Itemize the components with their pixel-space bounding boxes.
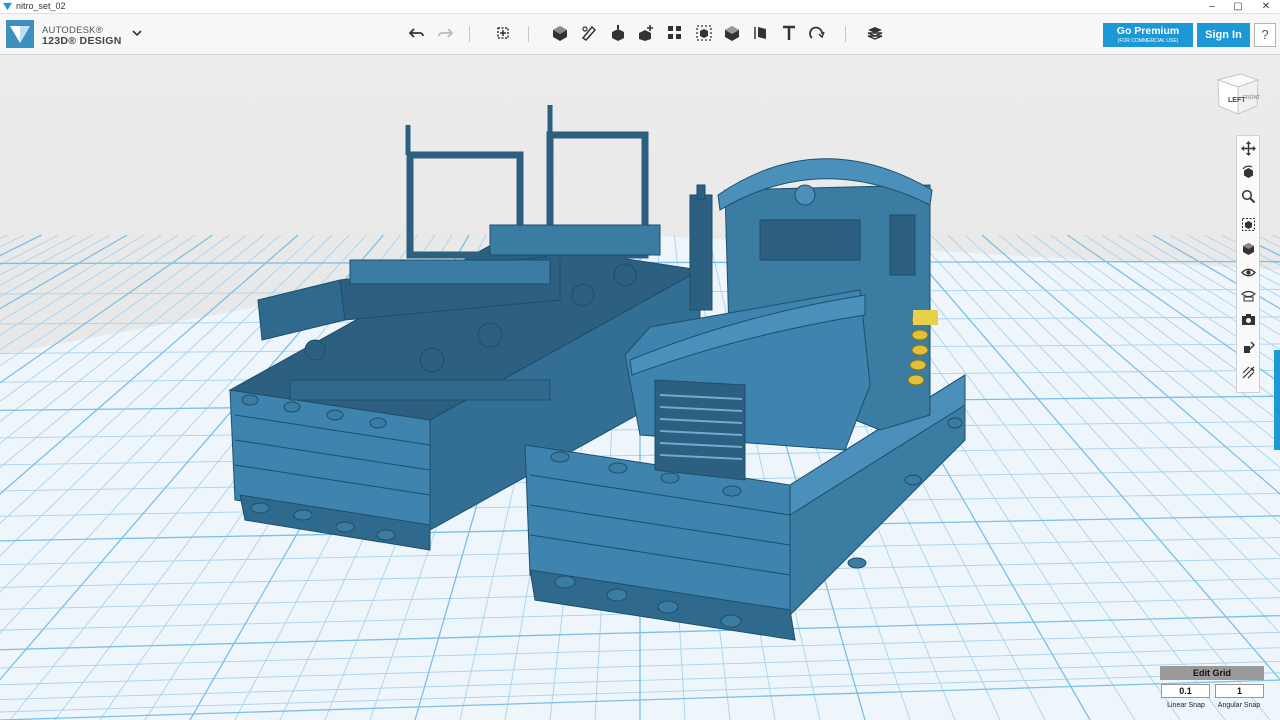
brand-product: 123D® DESIGN (42, 35, 122, 47)
go-premium-sublabel: (FOR COMMERCIAL USE) (1117, 38, 1179, 44)
pan-icon[interactable] (1239, 139, 1258, 158)
toolbar-separator (528, 26, 529, 42)
pattern-icon[interactable] (664, 22, 686, 44)
app-logo-icon[interactable] (6, 20, 34, 48)
sketch-icon[interactable] (578, 22, 600, 44)
document-title: nitro_set_02 (16, 1, 66, 11)
combine-icon[interactable] (721, 22, 743, 44)
go-premium-button[interactable]: Go Premium (FOR COMMERCIAL USE) (1103, 23, 1193, 47)
snap-settings-icon[interactable] (1239, 338, 1258, 357)
3d-viewport[interactable]: LEFT FRONT Edit Grid 0.1 1 Linear Snap A… (0, 55, 1280, 720)
measure-icon[interactable] (750, 22, 772, 44)
toolbar-separator (845, 26, 846, 42)
help-button[interactable]: ? (1254, 23, 1276, 47)
window-titlebar: nitro_set_02 – ▢ ✕ (0, 0, 1280, 14)
linear-snap-input[interactable]: 0.1 (1161, 684, 1210, 698)
material-icon[interactable] (864, 22, 886, 44)
maximize-button[interactable]: ▢ (1225, 0, 1251, 14)
snap-icon[interactable] (806, 22, 828, 44)
redo-icon[interactable] (434, 22, 456, 44)
grid-settings-icon[interactable] (1239, 363, 1258, 382)
chevron-down-icon[interactable] (130, 26, 144, 40)
viewcube-front-face[interactable]: FRONT (1243, 95, 1260, 101)
navigation-bar (1236, 135, 1260, 393)
screenshot-icon[interactable] (1239, 310, 1258, 329)
minimize-button[interactable]: – (1199, 0, 1225, 14)
perspective-icon[interactable] (1239, 239, 1258, 258)
zoom-icon[interactable] (1239, 187, 1258, 206)
materials-outline-icon[interactable] (1239, 286, 1258, 305)
sign-in-button[interactable]: Sign In (1197, 23, 1250, 47)
close-window-button[interactable]: ✕ (1253, 0, 1279, 14)
train-model[interactable] (0, 55, 1280, 720)
visibility-icon[interactable] (1239, 263, 1258, 282)
edit-grid-panel: Edit Grid 0.1 1 Linear Snap Angular Snap (1160, 666, 1265, 716)
transform-icon[interactable] (492, 22, 514, 44)
linear-snap-label: Linear Snap (1167, 702, 1205, 709)
main-toolbar: AUTODESK® 123D® DESIGN Go Premium (FOR C… (0, 14, 1280, 55)
orbit-icon[interactable] (1239, 163, 1258, 182)
text-icon[interactable] (778, 22, 800, 44)
grouping-icon[interactable] (693, 22, 715, 44)
modify-icon[interactable] (635, 22, 657, 44)
view-cube[interactable]: LEFT FRONT (1212, 68, 1262, 118)
app-logo-icon (3, 2, 12, 11)
undo-icon[interactable] (406, 22, 428, 44)
side-panel-tab[interactable] (1274, 350, 1280, 450)
angular-snap-input[interactable]: 1 (1215, 684, 1264, 698)
construct-icon[interactable] (607, 22, 629, 44)
edit-grid-button[interactable]: Edit Grid (1160, 666, 1264, 680)
toolbar-separator (469, 26, 470, 42)
fit-icon[interactable] (1239, 215, 1258, 234)
angular-snap-label: Angular Snap (1217, 702, 1261, 709)
go-premium-label: Go Premium (1116, 25, 1180, 37)
primitives-icon[interactable] (549, 22, 571, 44)
